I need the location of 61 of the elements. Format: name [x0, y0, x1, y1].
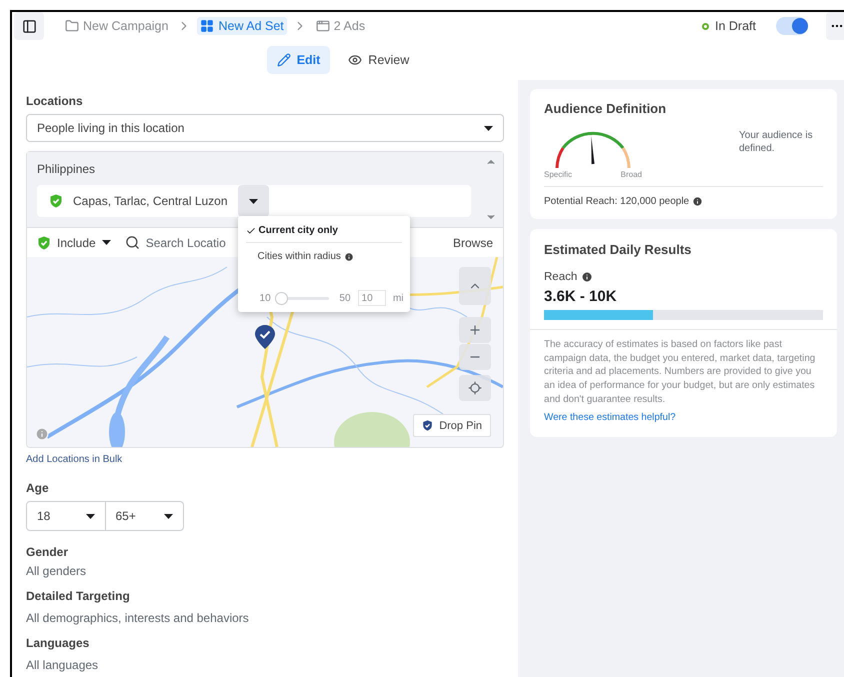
section-label: Age	[26, 481, 50, 495]
option-label: Current city only	[258, 225, 338, 236]
audience-type-select[interactable]: People living in this location	[26, 114, 504, 142]
browse-button[interactable]: Browse	[452, 236, 493, 250]
unit-label: mi	[392, 292, 404, 304]
gauge-label: Specific	[544, 170, 572, 179]
location-name: Capas, Tarlac, Central Luzon	[73, 194, 228, 208]
window-icon	[316, 19, 330, 33]
menu-option[interactable]: Current city only	[244, 221, 404, 242]
metric-label: Reach	[544, 271, 578, 283]
info-icon	[344, 252, 354, 262]
more-button[interactable]	[826, 12, 844, 40]
pencil-icon	[276, 53, 291, 67]
status-label: In Draft	[702, 19, 756, 33]
map-pin-icon	[255, 325, 275, 349]
country-label: Philippines	[37, 162, 96, 176]
potential-reach: Potential Reach: 120,000 people	[544, 196, 690, 207]
folder-icon	[65, 19, 79, 33]
section-label: Detailed Targeting	[26, 589, 131, 603]
mode-tab[interactable]: Review	[338, 46, 420, 74]
section-value: All genders	[26, 564, 88, 578]
sidebar-icon	[22, 18, 36, 34]
breadcrumb[interactable]: New Ad Set	[197, 17, 287, 35]
section-label: Locations	[26, 94, 84, 108]
card-title: Estimated Daily Results	[544, 242, 692, 257]
disclaimer-text: The accuracy of estimates is based on factors like past campaign data, the budget you entered, market data, targeting criteria and ad placements. Numbers are provided to give you an idea of performance for your budget, but are only estimates and don't guarantee results.	[544, 338, 816, 407]
include-select[interactable]: Include	[57, 236, 96, 250]
caret-icon	[102, 240, 111, 245]
audience-message: Your audience is defined.	[739, 129, 814, 156]
section-value: All languages	[26, 658, 100, 672]
section-value: All demographics, interests and behaviors	[26, 611, 250, 625]
option-label: Cities within radius	[258, 251, 341, 262]
check-icon	[246, 226, 256, 236]
zoom-in-button[interactable]	[459, 317, 491, 343]
shield-check-icon	[37, 236, 51, 250]
card-title: Audience Definition	[544, 101, 668, 116]
slider-min: 10	[260, 292, 271, 304]
locate-icon	[468, 381, 482, 395]
mode-tab[interactable]: Edit	[266, 46, 330, 74]
radius-dropdown-button[interactable]	[238, 185, 269, 217]
eye-icon	[348, 53, 362, 67]
slider-max: 50	[339, 292, 351, 304]
reach-range: 3.6K - 10K	[544, 288, 618, 305]
add-locations-link[interactable]: Add Locations in Bulk	[26, 454, 504, 465]
search-icon	[124, 235, 140, 250]
sidebar-toggle-button[interactable]	[14, 12, 44, 40]
menu-option[interactable]: Cities within radius	[244, 247, 404, 268]
feedback-link[interactable]: Were these estimates helpful?	[544, 412, 676, 423]
plus-icon	[468, 323, 482, 337]
shield-check-icon	[49, 194, 63, 208]
gauge-label: Broad	[620, 170, 642, 179]
pin-icon	[422, 420, 434, 431]
section-label: Gender	[26, 545, 70, 559]
draft-toggle[interactable]	[776, 17, 808, 35]
caret-icon	[484, 126, 493, 130]
section-label: Languages	[26, 636, 90, 650]
drop-pin-button[interactable]: Drop Pin	[413, 414, 491, 437]
locate-button[interactable]	[459, 375, 491, 401]
grid-icon	[200, 19, 214, 33]
search-field[interactable]: Search Locatio	[146, 236, 226, 250]
caret-icon	[248, 198, 258, 204]
